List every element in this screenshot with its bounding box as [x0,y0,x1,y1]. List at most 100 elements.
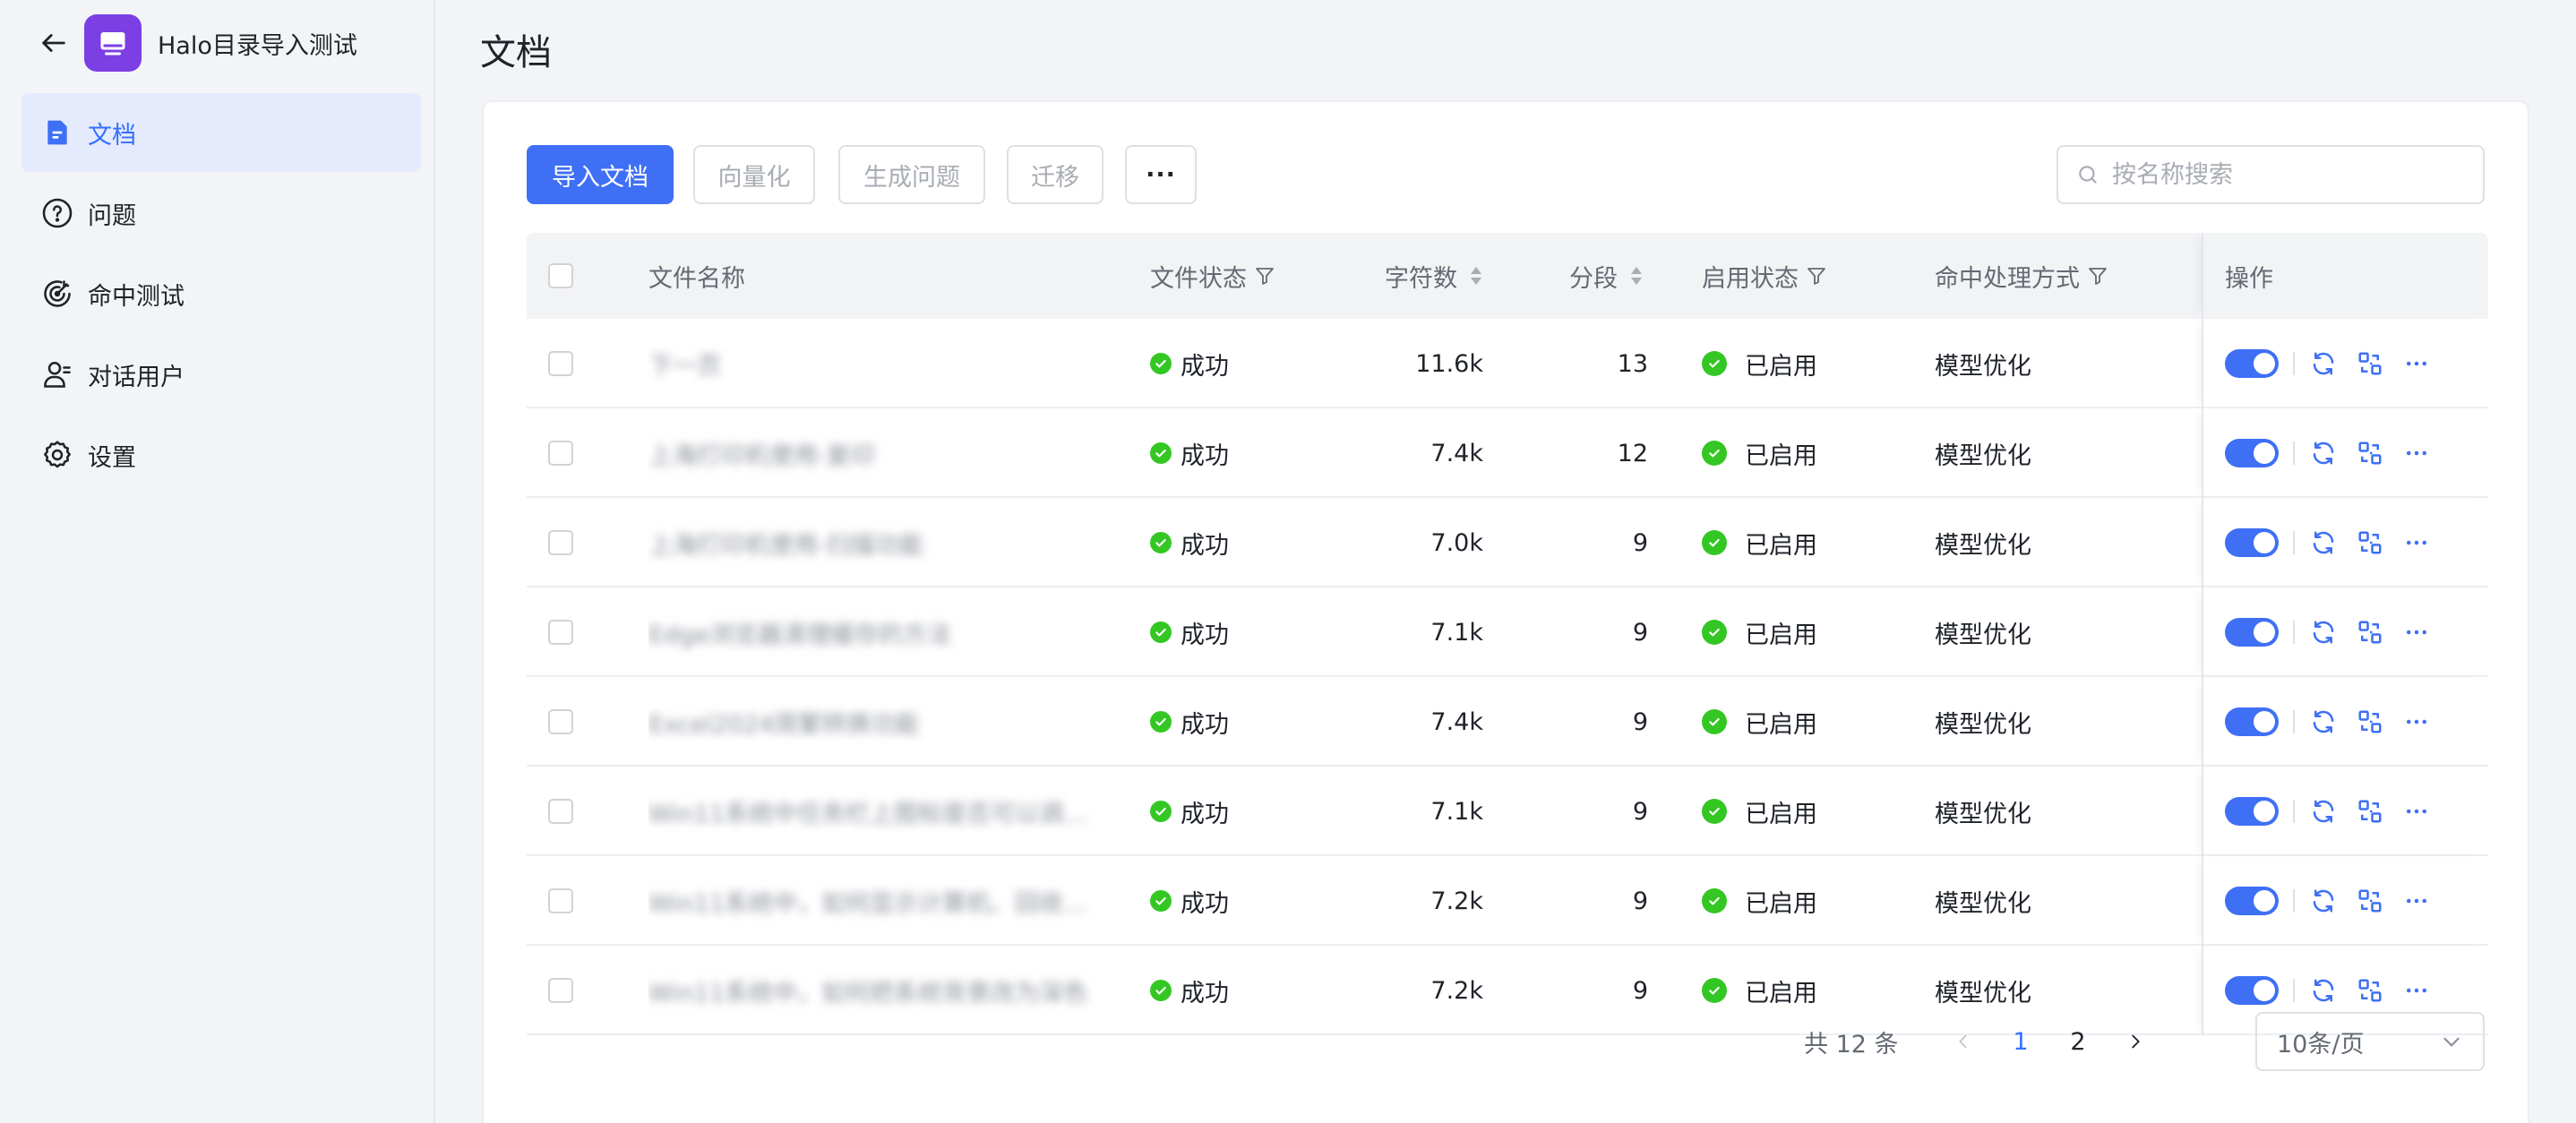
filter-icon[interactable] [1254,265,1275,287]
migrate-icon[interactable] [2352,614,2388,650]
refresh-icon[interactable] [2306,435,2341,471]
migrate-button[interactable]: 迁移 [1007,145,1103,204]
migrate-icon[interactable] [2352,883,2388,919]
migrate-icon[interactable] [2352,346,2388,381]
migrate-icon[interactable] [2352,435,2388,471]
more-actions-button[interactable]: ··· [1125,145,1197,204]
column-header-chars[interactable]: 字符数 [1385,233,1484,319]
enable-toggle[interactable] [2225,707,2279,736]
more-icon[interactable] [2399,525,2434,561]
filter-icon[interactable] [2087,265,2108,287]
row-checkbox[interactable] [548,620,573,645]
doc-name-cell[interactable]: Excel2024简繁转换功能 [648,677,1132,767]
sort-icon[interactable] [1468,264,1484,287]
doc-name[interactable]: Edge浏览器清理缓存的方法 [648,615,951,650]
doc-name-cell[interactable]: Win11系统中，如何把系统背景改为深色 [648,946,1132,1035]
doc-name[interactable]: 上海打印机使用-复印 [648,436,875,471]
enable-toggle[interactable] [2225,528,2279,557]
sidebar-item-documents[interactable]: 文档 [21,93,421,172]
select-all-cell [548,233,573,319]
row-checkbox[interactable] [548,709,573,734]
question-icon [39,195,75,231]
doc-name[interactable]: 上海打印机使用-扫描功能 [648,526,923,561]
refresh-icon[interactable] [2306,525,2341,561]
sidebar-item-label: 问题 [88,201,136,230]
enable-toggle[interactable] [2225,349,2279,378]
more-icon[interactable] [2399,793,2434,829]
refresh-icon[interactable] [2306,793,2341,829]
migrate-icon[interactable] [2352,973,2388,1008]
sidebar-item-questions[interactable]: 问题 [21,174,421,253]
more-icon[interactable] [2399,973,2434,1008]
page-size-select[interactable]: 10条/页 [2255,1012,2485,1071]
search-icon [2076,163,2099,186]
row-checkbox[interactable] [548,799,573,824]
doc-name-cell[interactable]: Win11系统中，如何显示计算机、回收… [648,856,1132,946]
doc-name[interactable]: Excel2024简繁转换功能 [648,705,919,740]
migrate-icon[interactable] [2352,525,2388,561]
import-documents-button[interactable]: 导入文档 [527,145,674,204]
page-button-1[interactable]: 1 [2003,1012,2039,1071]
doc-name[interactable]: Win11系统中，如何显示计算机、回收… [648,884,1087,919]
doc-name-cell[interactable]: 下一页 [648,319,1132,408]
enable-toggle[interactable] [2225,887,2279,915]
divider [2293,979,2295,1002]
search-box[interactable] [2057,145,2485,204]
search-input[interactable] [2112,160,2452,189]
divider [2293,889,2295,913]
documents-card: 导入文档 向量化 生成问题 迁移 ··· 文件名称 文件状态 字符数 [482,100,2529,1123]
row-checkbox[interactable] [548,351,573,376]
doc-name-cell[interactable]: 上海打印机使用-扫描功能 [648,498,1132,587]
row-checkbox[interactable] [548,441,573,466]
more-icon[interactable] [2399,435,2434,471]
row-checkbox[interactable] [548,888,573,913]
doc-name[interactable]: Win11系统中任务栏上图标是否可以调… [648,794,1087,829]
sort-icon[interactable] [1628,264,1644,287]
refresh-icon[interactable] [2306,973,2341,1008]
sidebar-item-chat-users[interactable]: 对话用户 [21,335,421,414]
row-select-cell [548,767,573,856]
more-icon[interactable] [2399,704,2434,740]
documents-table: 文件名称 文件状态 字符数 分段 启用状态 命中处理方式 操作 下一页 成功 1… [527,233,2488,1035]
prev-page-icon[interactable] [1945,1012,1981,1071]
column-header-hit-mode: 命中处理方式 [1935,233,2108,319]
char-count: 7.4k [1430,707,1483,736]
generate-questions-button[interactable]: 生成问题 [838,145,985,204]
row-checkbox[interactable] [548,530,573,555]
doc-name[interactable]: 下一页 [648,347,721,381]
enable-toggle[interactable] [2225,976,2279,1005]
doc-name-cell[interactable]: 上海打印机使用-复印 [648,408,1132,498]
doc-name[interactable]: Win11系统中，如何把系统背景改为深色 [648,973,1087,1008]
refresh-icon[interactable] [2306,614,2341,650]
doc-status: 成功 [1181,621,1229,649]
next-page-icon[interactable] [2117,1012,2153,1071]
filter-icon[interactable] [1806,265,1827,287]
enable-toggle[interactable] [2225,439,2279,467]
migrate-icon[interactable] [2352,793,2388,829]
enable-toggle[interactable] [2225,797,2279,826]
refresh-icon[interactable] [2306,346,2341,381]
success-check-icon [1150,711,1172,733]
migrate-icon[interactable] [2352,704,2388,740]
select-all-checkbox[interactable] [548,263,573,288]
sidebar-item-label: 对话用户 [88,363,185,391]
segment-count: 9 [1632,528,1648,557]
sidebar-item-settings[interactable]: 设置 [21,416,421,494]
sidebar-item-hit-test[interactable]: 命中测试 [21,254,421,333]
toolbar: 导入文档 向量化 生成问题 迁移 ··· [527,145,2485,206]
more-icon[interactable] [2399,883,2434,919]
vectorize-button[interactable]: 向量化 [693,145,815,204]
column-header-segments[interactable]: 分段 [1569,233,1644,319]
doc-name-cell[interactable]: Edge浏览器清理缓存的方法 [648,587,1132,677]
enabled-status: 已启用 [1745,889,1817,918]
enable-toggle[interactable] [2225,618,2279,647]
row-checkbox[interactable] [548,978,573,1003]
doc-name-cell[interactable]: Win11系统中任务栏上图标是否可以调… [648,767,1132,856]
more-icon[interactable] [2399,614,2434,650]
row-select-cell [548,946,573,1035]
page-button-2[interactable]: 2 [2060,1012,2096,1071]
back-arrow-icon[interactable] [36,25,72,61]
refresh-icon[interactable] [2306,704,2341,740]
more-icon[interactable] [2399,346,2434,381]
refresh-icon[interactable] [2306,883,2341,919]
